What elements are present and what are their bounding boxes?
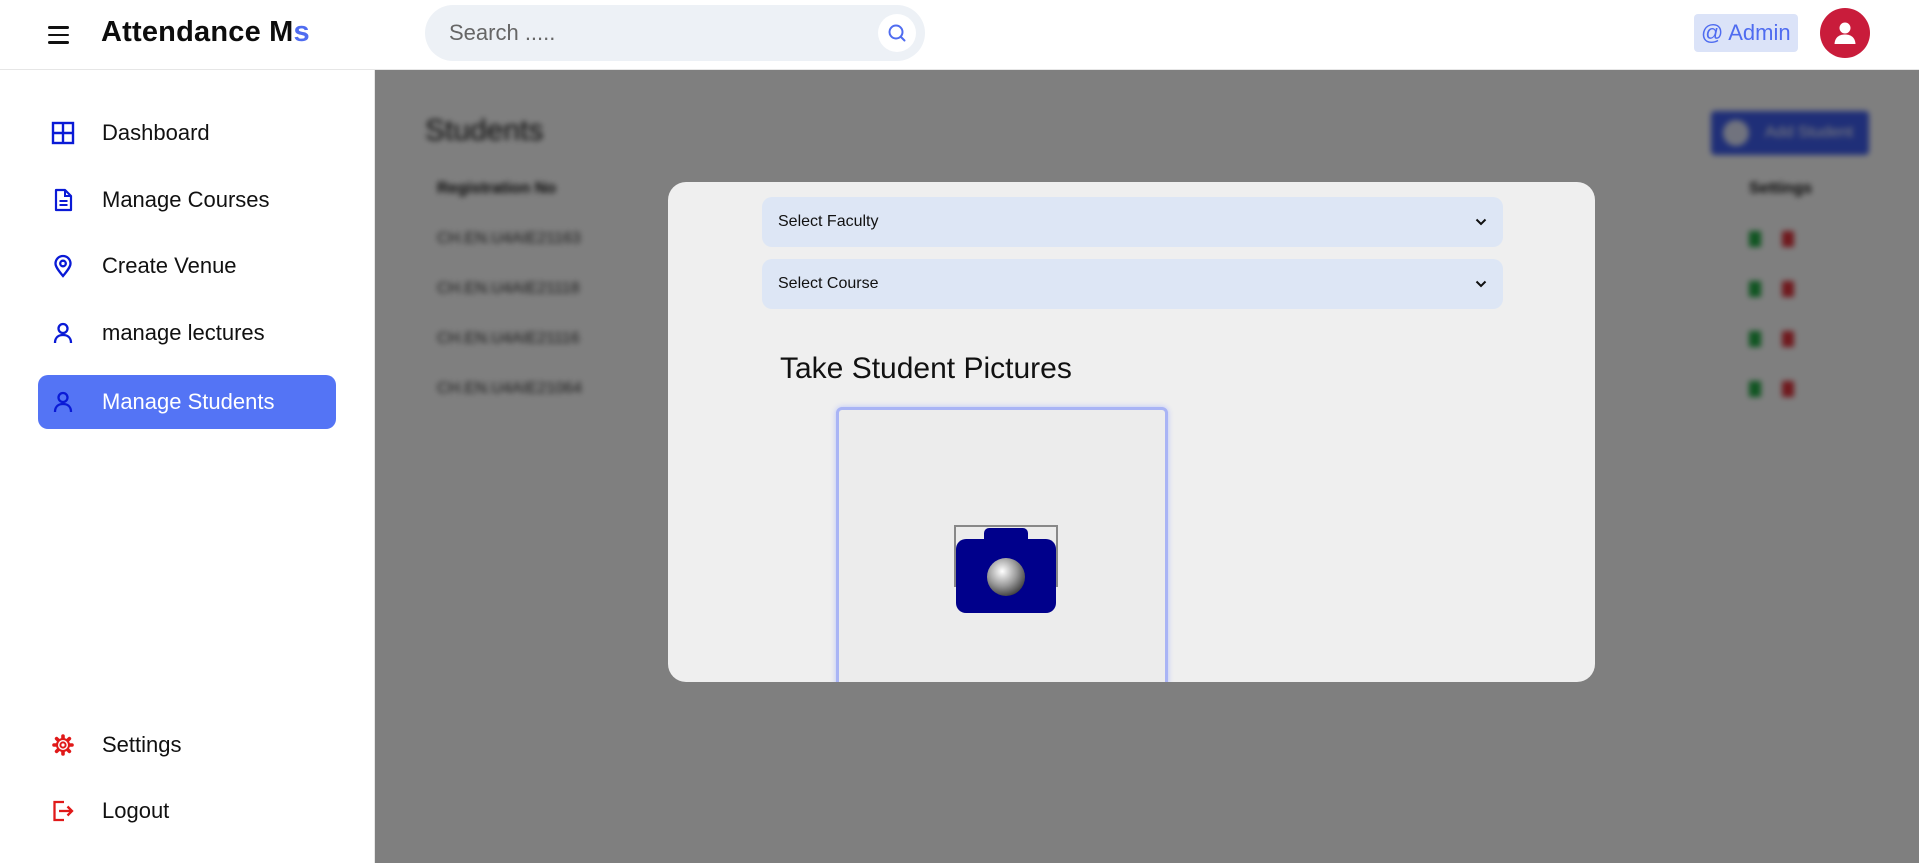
- camera-preview-box: [836, 407, 1168, 682]
- camera-icon: [954, 525, 1058, 613]
- avatar[interactable]: [1820, 8, 1870, 58]
- sidebar-item-label: Settings: [102, 732, 182, 757]
- user-icon: [50, 320, 76, 346]
- take-pictures-heading: Take Student Pictures: [780, 352, 1072, 385]
- sidebar-item-manage-students[interactable]: Manage Students: [38, 375, 336, 429]
- sidebar-item-settings[interactable]: Settings: [38, 718, 336, 772]
- document-icon: [50, 187, 76, 213]
- admin-badge[interactable]: @ Admin: [1694, 14, 1798, 52]
- gear-icon: [50, 732, 76, 758]
- search-bar: [425, 5, 925, 61]
- app-brand: Attendance Ms: [101, 16, 310, 49]
- sidebar-item-label: manage lectures: [102, 320, 265, 345]
- brand-accent-text: s: [293, 16, 310, 48]
- sidebar-item-manage-courses[interactable]: Manage Courses: [38, 173, 336, 227]
- chevron-down-icon: [1475, 218, 1487, 226]
- add-student-modal: Select Faculty Select Course Take Studen…: [668, 182, 1595, 682]
- brand-text: Attendance M: [101, 16, 294, 48]
- course-select-value: Select Course: [778, 275, 879, 292]
- sidebar-item-label: Manage Courses: [102, 187, 270, 212]
- sidebar-item-manage-lectures[interactable]: manage lectures: [38, 306, 336, 360]
- sidebar-item-label: Create Venue: [102, 253, 237, 278]
- faculty-select-value: Select Faculty: [778, 213, 879, 230]
- sidebar-item-logout[interactable]: Logout: [38, 784, 336, 838]
- hamburger-menu-icon[interactable]: [48, 20, 78, 50]
- camera-capture-button[interactable]: [954, 525, 1058, 615]
- sidebar-item-label: Logout: [102, 798, 170, 823]
- sidebar-item-create-venue[interactable]: Create Venue: [38, 239, 336, 293]
- user-icon: [50, 389, 76, 415]
- search-input[interactable]: [449, 5, 849, 61]
- sidebar-item-dashboard[interactable]: Dashboard: [38, 106, 336, 160]
- sidebar: Dashboard Manage Courses Create Venue ma…: [0, 70, 375, 863]
- logout-icon: [50, 798, 76, 824]
- location-pin-icon: [50, 253, 76, 279]
- user-avatar-icon: [1834, 22, 1856, 44]
- search-icon[interactable]: [878, 14, 916, 52]
- grid-icon: [50, 120, 76, 146]
- faculty-select[interactable]: Select Faculty: [762, 197, 1503, 247]
- course-select[interactable]: Select Course: [762, 259, 1503, 309]
- sidebar-item-label: Manage Students: [102, 389, 275, 414]
- chevron-down-icon: [1475, 280, 1487, 288]
- top-header: Attendance Ms @ Admin: [0, 0, 1919, 70]
- sidebar-item-label: Dashboard: [102, 120, 210, 145]
